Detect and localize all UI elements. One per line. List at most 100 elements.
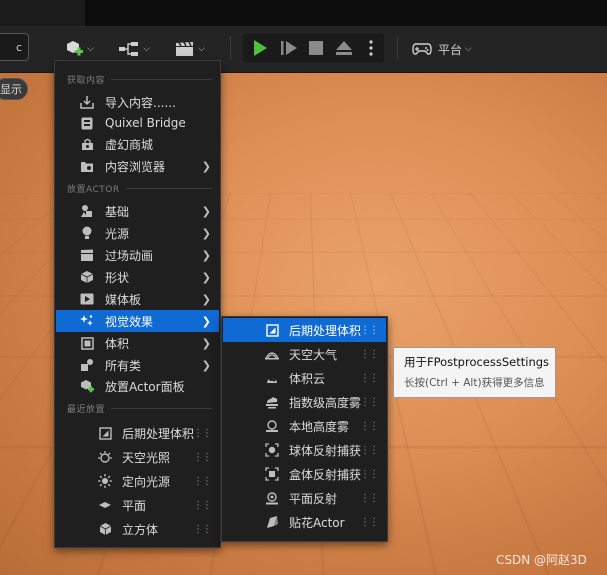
submenu-item-sphere-reflection-capture[interactable]: 球体反射捕获 ⋮⋮ — [223, 438, 386, 462]
menu-item-label: 光源 — [105, 225, 129, 242]
drag-handle-icon[interactable]: ⋮⋮ — [360, 397, 378, 408]
recent-item-plane[interactable]: 平面 ⋮⋮ — [56, 493, 219, 517]
submenu-item-decal-actor[interactable]: 贴花Actor ⋮⋮ — [223, 510, 386, 534]
quick-add-menu: 获取内容 导入内容...... Quixel Bridge 虚幻商城 内容浏览器… — [54, 60, 221, 548]
drag-handle-icon[interactable]: ⋮⋮ — [193, 452, 211, 463]
menu-item-label: 指数级高度雾 — [289, 394, 361, 411]
menu-item-label: 视觉效果 — [105, 313, 153, 330]
submenu-item-planar-reflection[interactable]: 平面反射 ⋮⋮ — [223, 486, 386, 510]
cinematics-button[interactable]: ⌵ — [170, 35, 210, 63]
more-options-icon[interactable] — [368, 39, 374, 57]
play-icon[interactable] — [251, 39, 269, 57]
show-button[interactable]: 显示 — [0, 78, 28, 100]
toolbar-separator — [230, 36, 231, 60]
advance-frame-icon[interactable] — [280, 40, 298, 56]
play-controls — [243, 33, 384, 63]
drag-handle-icon[interactable]: ⋮⋮ — [193, 500, 211, 511]
menu-item-quixel-bridge[interactable]: Quixel Bridge — [56, 112, 219, 134]
menu-item-media[interactable]: 媒体板 ❯ — [56, 288, 219, 310]
section-header-label: 最近放置 — [67, 402, 105, 415]
box-reflection-icon — [265, 467, 279, 481]
menu-item-label: 导入内容...... — [105, 94, 176, 111]
menu-item-light[interactable]: 光源 ❯ — [56, 222, 219, 244]
drag-handle-icon[interactable]: ⋮⋮ — [360, 445, 378, 456]
drag-handle-icon[interactable]: ⋮⋮ — [360, 349, 378, 360]
menu-item-volume[interactable]: 体积 ❯ — [56, 332, 219, 354]
import-icon — [80, 95, 94, 109]
section-header-place-actor: 放置ACTOR — [67, 181, 212, 195]
menu-item-label: 后期处理体积 — [289, 322, 361, 339]
menu-item-label: 媒体板 — [105, 291, 141, 308]
chevron-down-icon: c — [16, 41, 22, 54]
recent-item-sky-light[interactable]: 天空光照 ⋮⋮ — [56, 445, 219, 469]
menu-item-label: 形状 — [105, 269, 129, 286]
menu-item-place-actor-panel[interactable]: 放置Actor面板 — [56, 375, 219, 397]
menu-item-label: 过场动画 — [105, 247, 153, 264]
menu-item-import[interactable]: 导入内容...... — [56, 91, 219, 113]
recent-item-directional-light[interactable]: 定向光源 ⋮⋮ — [56, 469, 219, 493]
chevron-right-icon: ❯ — [202, 249, 211, 262]
sphere-reflection-icon — [265, 443, 279, 457]
submenu-item-local-height-fog[interactable]: 本地高度雾 ⋮⋮ — [223, 414, 386, 438]
submenu-item-box-reflection-capture[interactable]: 盒体反射捕获 ⋮⋮ — [223, 462, 386, 486]
platform-button[interactable]: 平台 ⌵ — [412, 35, 482, 63]
title-strip — [0, 0, 607, 26]
menu-item-label: 所有类 — [105, 357, 141, 374]
blueprint-button[interactable]: ⌵ — [114, 35, 154, 63]
menu-item-cinematic[interactable]: 过场动画 ❯ — [56, 244, 219, 266]
menu-item-visual-effects[interactable]: 视觉效果 ❯ — [56, 310, 219, 332]
recent-item-cube[interactable]: 立方体 ⋮⋮ — [56, 517, 219, 541]
recent-item-post-process-volume[interactable]: 后期处理体积 ⋮⋮ — [56, 421, 219, 445]
menu-item-label: 基础 — [105, 203, 129, 220]
content-browser-icon — [80, 159, 94, 173]
post-process-volume-icon — [98, 426, 112, 440]
submenu-item-volumetric-cloud[interactable]: 体积云 ⋮⋮ — [223, 366, 386, 390]
eject-icon[interactable] — [335, 40, 353, 56]
drag-handle-icon[interactable]: ⋮⋮ — [193, 428, 211, 439]
title-strip-dark — [85, 0, 607, 26]
chevron-right-icon: ❯ — [202, 337, 211, 350]
watermark: CSDN @阿赵3D — [496, 551, 587, 568]
menu-item-label: 体积 — [105, 335, 129, 352]
menu-item-marketplace[interactable]: 虚幻商城 — [56, 133, 219, 155]
menu-item-basic[interactable]: 基础 ❯ — [56, 200, 219, 222]
cinematic-icon — [80, 248, 94, 262]
menu-item-label: 天空光照 — [122, 449, 170, 466]
blueprint-icon — [118, 41, 140, 57]
stop-icon[interactable] — [309, 41, 323, 55]
submenu-item-post-process-volume[interactable]: 后期处理体积 ⋮⋮ — [223, 318, 386, 342]
cube-icon — [98, 522, 112, 536]
section-header-recent: 最近放置 — [67, 401, 212, 415]
shape-icon — [80, 270, 94, 284]
planar-reflection-icon — [265, 491, 279, 505]
menu-item-shape[interactable]: 形状 ❯ — [56, 266, 219, 288]
menu-item-all-classes[interactable]: 所有类 ❯ — [56, 354, 219, 376]
post-process-volume-icon — [265, 323, 279, 337]
directional-light-icon — [98, 474, 112, 488]
drag-handle-icon[interactable]: ⋮⋮ — [193, 524, 211, 535]
visual-effects-submenu: 后期处理体积 ⋮⋮ 天空大气 ⋮⋮ 体积云 ⋮⋮ 指数级高度雾 ⋮⋮ 本地高度雾… — [221, 316, 388, 542]
volumetric-cloud-icon — [265, 371, 279, 385]
drag-handle-icon[interactable]: ⋮⋮ — [360, 325, 378, 336]
submenu-item-sky-atmosphere[interactable]: 天空大气 ⋮⋮ — [223, 342, 386, 366]
drag-handle-icon[interactable]: ⋮⋮ — [360, 373, 378, 384]
drag-handle-icon[interactable]: ⋮⋮ — [360, 517, 378, 528]
drag-handle-icon[interactable]: ⋮⋮ — [193, 476, 211, 487]
menu-item-content-browser[interactable]: 内容浏览器 ❯ — [56, 155, 219, 177]
gamepad-icon — [412, 42, 432, 56]
drag-handle-icon[interactable]: ⋮⋮ — [360, 493, 378, 504]
chevron-right-icon: ❯ — [202, 293, 211, 306]
submenu-item-exponential-height-fog[interactable]: 指数级高度雾 ⋮⋮ — [223, 390, 386, 414]
quick-add-button[interactable]: ⌵ — [58, 35, 100, 63]
chevron-right-icon: ❯ — [202, 271, 211, 284]
menu-item-label: 体积云 — [289, 370, 325, 387]
menu-item-label: 后期处理体积 — [122, 425, 194, 442]
drag-handle-icon[interactable]: ⋮⋮ — [360, 469, 378, 480]
chevron-right-icon: ❯ — [202, 205, 211, 218]
section-divider — [111, 408, 212, 409]
menu-item-label: 平面反射 — [289, 490, 337, 507]
section-divider — [111, 79, 212, 80]
drag-handle-icon[interactable]: ⋮⋮ — [360, 421, 378, 432]
visual-effects-icon — [80, 314, 94, 328]
mode-button[interactable]: c — [0, 33, 29, 61]
